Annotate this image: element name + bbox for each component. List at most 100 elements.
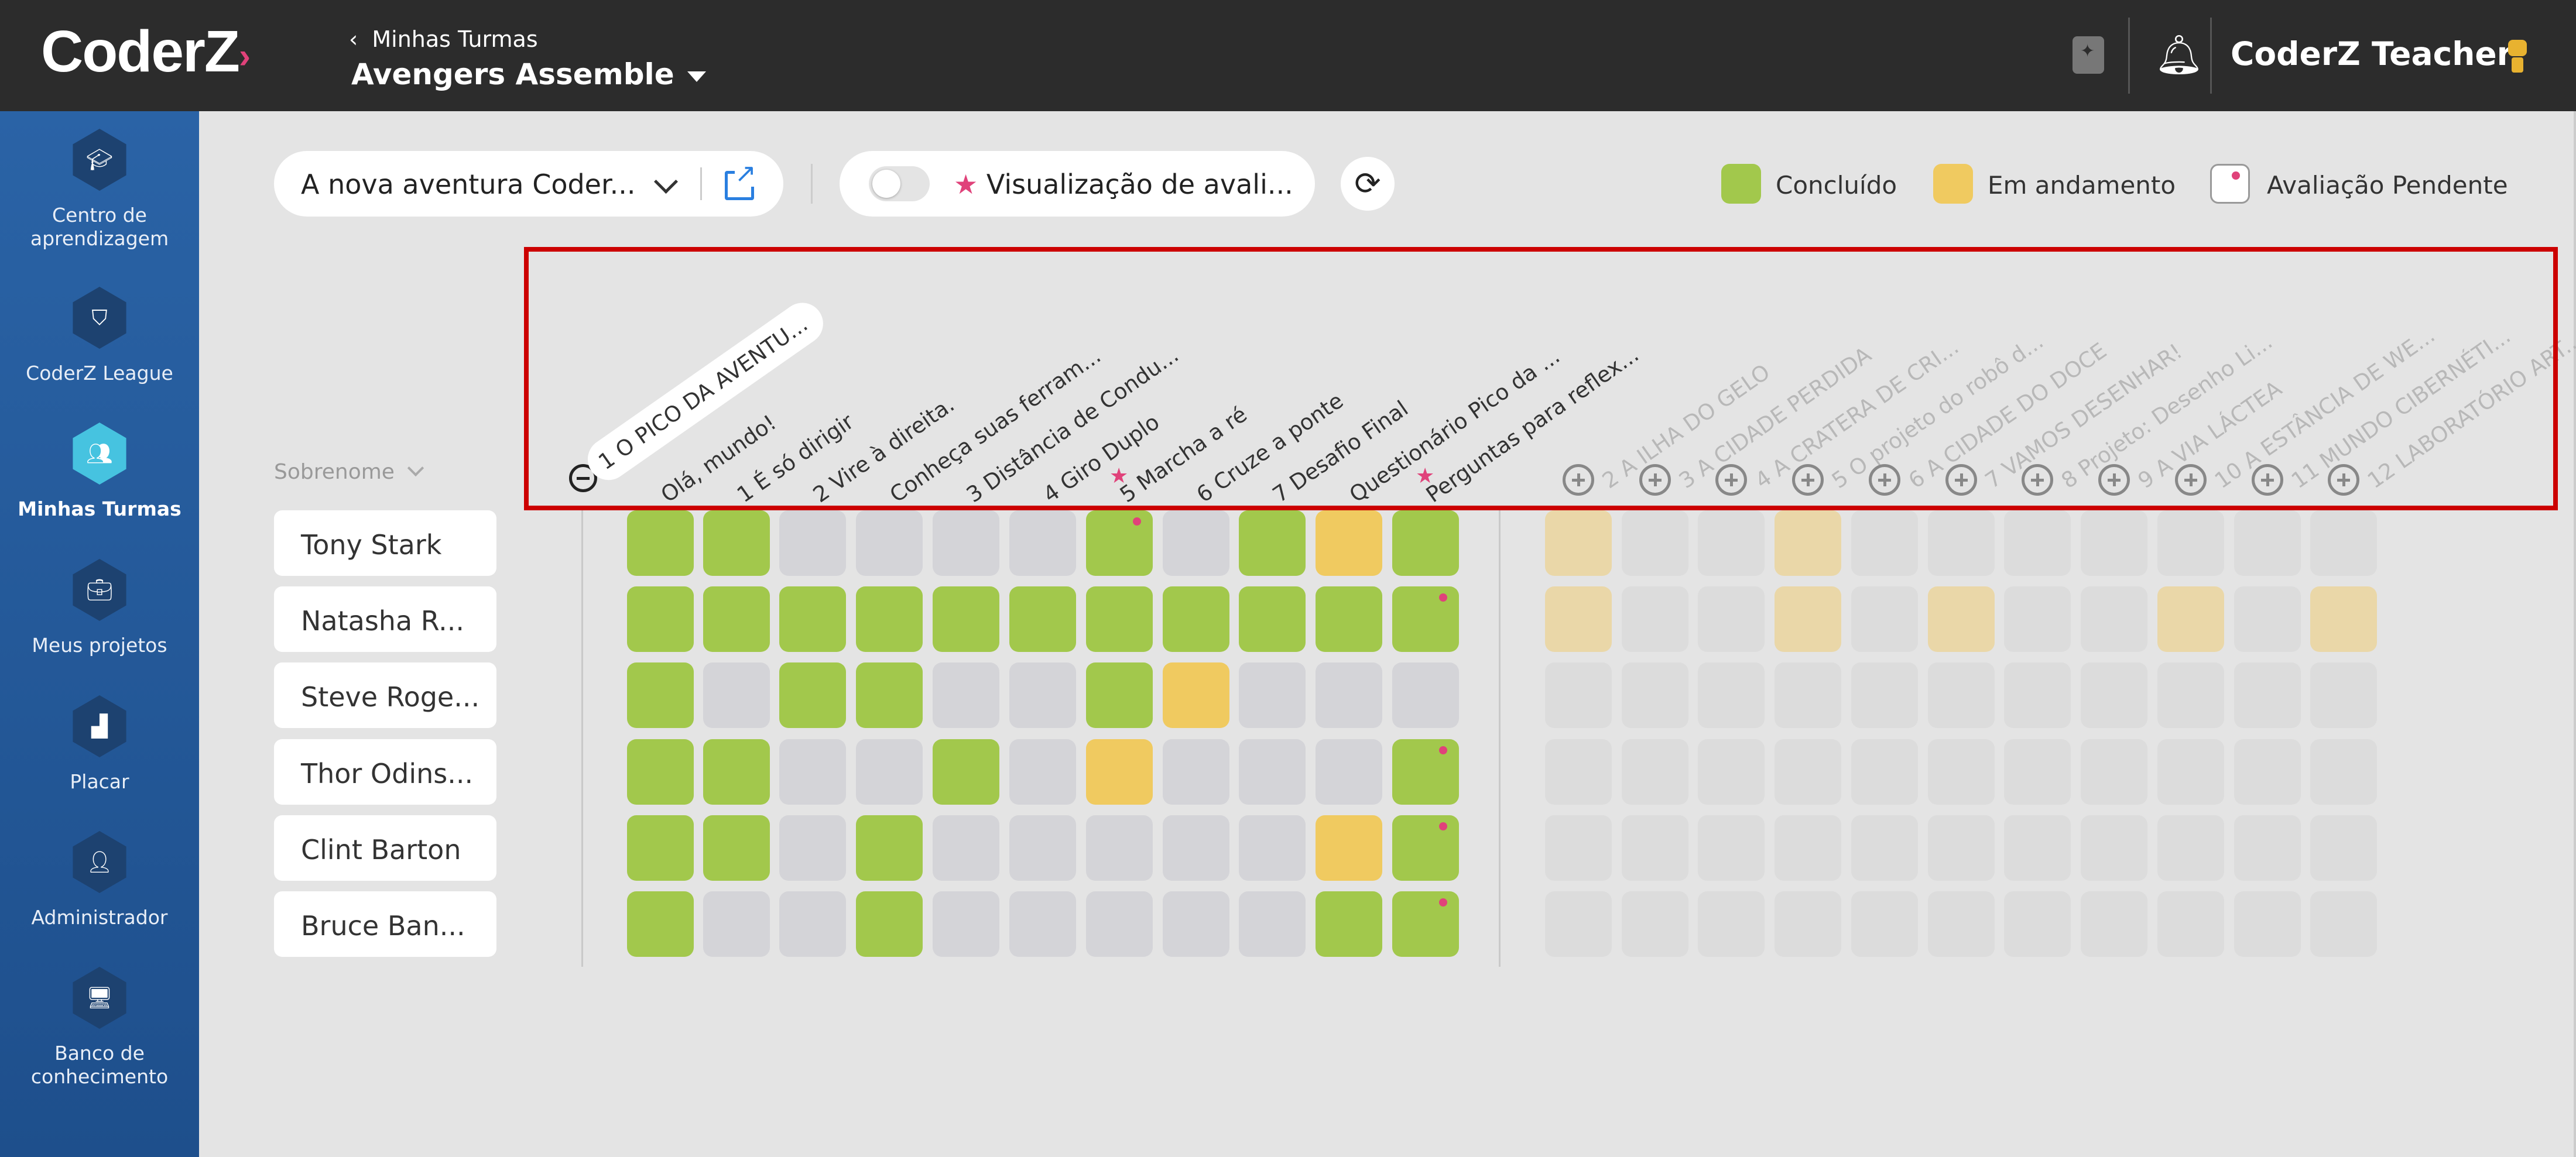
assessment-view-toggle[interactable] xyxy=(869,166,930,201)
group-progress-cell[interactable] xyxy=(2234,510,2301,576)
group-progress-cell[interactable] xyxy=(2157,510,2224,576)
progress-cell[interactable] xyxy=(703,510,770,576)
progress-cell[interactable] xyxy=(779,891,846,957)
progress-cell[interactable] xyxy=(1239,891,1306,957)
bell-icon[interactable]: 🔔︎ xyxy=(2154,32,2204,78)
group-progress-cell[interactable] xyxy=(2081,739,2147,805)
progress-cell[interactable] xyxy=(933,662,999,728)
group-progress-cell[interactable] xyxy=(1545,891,1612,957)
progress-cell[interactable] xyxy=(1163,815,1229,881)
group-progress-cell[interactable] xyxy=(2157,586,2224,652)
progress-cell[interactable] xyxy=(1316,510,1382,576)
progress-cell[interactable] xyxy=(1316,891,1382,957)
group-progress-cell[interactable] xyxy=(1545,739,1612,805)
group-progress-cell[interactable] xyxy=(2310,891,2377,957)
group-progress-cell[interactable] xyxy=(1775,510,1841,576)
group-progress-cell[interactable] xyxy=(1775,739,1841,805)
group-progress-cell[interactable] xyxy=(2004,510,2071,576)
group-progress-cell[interactable] xyxy=(1622,739,1688,805)
progress-cell[interactable] xyxy=(856,662,923,728)
student-row-name[interactable]: Tony Stark xyxy=(274,510,496,576)
progress-cell[interactable] xyxy=(1239,815,1306,881)
sort-by-label[interactable]: Sobrenome xyxy=(274,460,395,484)
group-progress-cell[interactable] xyxy=(1622,815,1688,881)
progress-cell[interactable] xyxy=(1163,739,1229,805)
group-progress-cell[interactable] xyxy=(2004,662,2071,728)
group-progress-cell[interactable] xyxy=(2004,891,2071,957)
progress-cell[interactable] xyxy=(856,739,923,805)
group-progress-cell[interactable] xyxy=(2081,891,2147,957)
course-select[interactable]: A nova aventura Coder... xyxy=(301,169,636,200)
progress-cell[interactable] xyxy=(1316,662,1382,728)
progress-cell[interactable] xyxy=(1009,739,1076,805)
group-progress-cell[interactable] xyxy=(1928,815,1995,881)
group-progress-cell[interactable] xyxy=(2157,739,2224,805)
progress-cell[interactable] xyxy=(1392,662,1459,728)
progress-cell[interactable] xyxy=(1163,891,1229,957)
progress-cell[interactable] xyxy=(779,586,846,652)
progress-cell[interactable] xyxy=(1239,586,1306,652)
group-progress-cell[interactable] xyxy=(2234,586,2301,652)
sidebar-item-coderz-league[interactable]: ⛉ CoderZ League xyxy=(0,287,199,385)
group-progress-cell[interactable] xyxy=(1851,662,1918,728)
certificate-icon[interactable] xyxy=(2073,36,2104,74)
group-progress-cell[interactable] xyxy=(2310,586,2377,652)
group-progress-cell[interactable] xyxy=(2310,739,2377,805)
progress-cell[interactable] xyxy=(856,510,923,576)
progress-cell[interactable] xyxy=(703,739,770,805)
progress-cell[interactable] xyxy=(933,510,999,576)
chevron-down-icon[interactable] xyxy=(653,169,679,194)
group-progress-cell[interactable] xyxy=(1622,662,1688,728)
group-progress-cell[interactable] xyxy=(1775,815,1841,881)
group-progress-cell[interactable] xyxy=(1851,739,1918,805)
progress-cell[interactable] xyxy=(1316,586,1382,652)
progress-cell[interactable] xyxy=(703,662,770,728)
progress-cell[interactable] xyxy=(933,739,999,805)
group-progress-cell[interactable] xyxy=(1698,815,1765,881)
user-name[interactable]: CoderZ Teacher xyxy=(2231,35,2513,73)
progress-cell[interactable] xyxy=(933,586,999,652)
student-row-name[interactable]: Steve Roge... xyxy=(274,662,496,728)
group-progress-cell[interactable] xyxy=(1698,739,1765,805)
group-progress-cell[interactable] xyxy=(2157,815,2224,881)
progress-cell[interactable] xyxy=(1086,662,1153,728)
progress-cell[interactable] xyxy=(1392,510,1459,576)
progress-cell[interactable] xyxy=(779,510,846,576)
group-progress-cell[interactable] xyxy=(1622,891,1688,957)
class-selector[interactable]: Avengers Assemble xyxy=(351,57,706,91)
progress-cell[interactable] xyxy=(627,510,694,576)
progress-cell[interactable] xyxy=(1239,510,1306,576)
progress-cell[interactable] xyxy=(1392,815,1459,881)
student-row-name[interactable]: Clint Barton xyxy=(274,815,496,881)
progress-cell[interactable] xyxy=(1086,510,1153,576)
group-progress-cell[interactable] xyxy=(1698,586,1765,652)
progress-cell[interactable] xyxy=(1239,662,1306,728)
progress-cell[interactable] xyxy=(1009,662,1076,728)
group-progress-cell[interactable] xyxy=(2081,815,2147,881)
progress-cell[interactable] xyxy=(856,815,923,881)
progress-cell[interactable] xyxy=(627,586,694,652)
group-progress-cell[interactable] xyxy=(1928,586,1995,652)
progress-cell[interactable] xyxy=(1316,739,1382,805)
coderz-logo[interactable]: CoderZ› xyxy=(41,22,251,81)
group-progress-cell[interactable] xyxy=(1545,510,1612,576)
progress-cell[interactable] xyxy=(933,815,999,881)
progress-cell[interactable] xyxy=(627,739,694,805)
progress-cell[interactable] xyxy=(1086,815,1153,881)
group-progress-cell[interactable] xyxy=(1622,510,1688,576)
progress-cell[interactable] xyxy=(1163,510,1229,576)
student-row-name[interactable]: Thor Odins... xyxy=(274,739,496,805)
student-row-name[interactable]: Bruce Ban... xyxy=(274,891,496,957)
group-progress-cell[interactable] xyxy=(1698,662,1765,728)
group-progress-cell[interactable] xyxy=(2157,662,2224,728)
progress-cell[interactable] xyxy=(1239,739,1306,805)
progress-cell[interactable] xyxy=(1163,662,1229,728)
progress-cell[interactable] xyxy=(627,891,694,957)
sidebar-item-administrator[interactable]: 👤︎ Administrador xyxy=(0,831,199,929)
breadcrumb-back[interactable]: ‹ Minhas Turmas xyxy=(349,26,538,52)
sidebar-item-my-projects[interactable]: 💼︎ Meus projetos xyxy=(0,559,199,657)
group-progress-cell[interactable] xyxy=(1928,891,1995,957)
progress-cell[interactable] xyxy=(1392,891,1459,957)
group-progress-cell[interactable] xyxy=(1928,662,1995,728)
progress-cell[interactable] xyxy=(1392,586,1459,652)
